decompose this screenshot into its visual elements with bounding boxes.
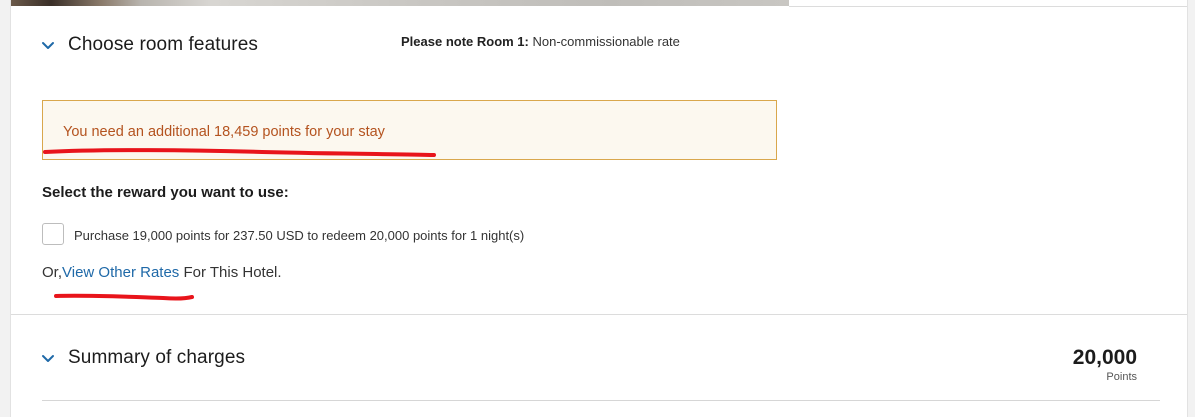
view-other-rates-link[interactable]: View Other Rates xyxy=(62,264,179,281)
top-divider xyxy=(789,6,1187,7)
red-underline-annotation-2 xyxy=(54,293,194,301)
room-features-title: Choose room features xyxy=(68,34,258,55)
summary-header[interactable]: Summary of charges xyxy=(40,347,245,369)
section-divider xyxy=(11,314,1187,315)
total-points-value: 20,000 xyxy=(1072,346,1137,369)
note-value: Non-commissionable rate xyxy=(532,34,680,49)
note-label: Please note Room 1: xyxy=(401,34,529,49)
other-rates-prefix: Or, xyxy=(42,264,63,281)
reward-option-label[interactable]: Purchase 19,000 points for 237.50 USD to… xyxy=(74,228,524,243)
bottom-divider xyxy=(42,400,1160,401)
reward-option-checkbox[interactable] xyxy=(42,223,64,245)
room-rate-note: Please note Room 1: Non-commissionable r… xyxy=(401,34,680,49)
room-features-header[interactable]: Choose room features xyxy=(40,34,258,56)
other-rates-line: Or,View Other Rates For This Hotel. xyxy=(42,264,282,281)
booking-panel: Choose room features Please note Room 1:… xyxy=(10,0,1188,417)
total-points-unit: Points xyxy=(1106,371,1137,383)
reward-heading: Select the reward you want to use: xyxy=(42,184,289,201)
chevron-down-icon xyxy=(42,355,54,362)
hotel-image-strip xyxy=(11,0,789,6)
chevron-down-icon xyxy=(42,42,54,49)
points-alert-message: You need an additional 18,459 points for… xyxy=(63,124,385,140)
summary-title: Summary of charges xyxy=(68,347,246,368)
other-rates-suffix: For This Hotel. xyxy=(179,264,282,281)
summary-total: 20,000 Points xyxy=(1073,346,1137,384)
red-underline-annotation xyxy=(43,148,436,157)
